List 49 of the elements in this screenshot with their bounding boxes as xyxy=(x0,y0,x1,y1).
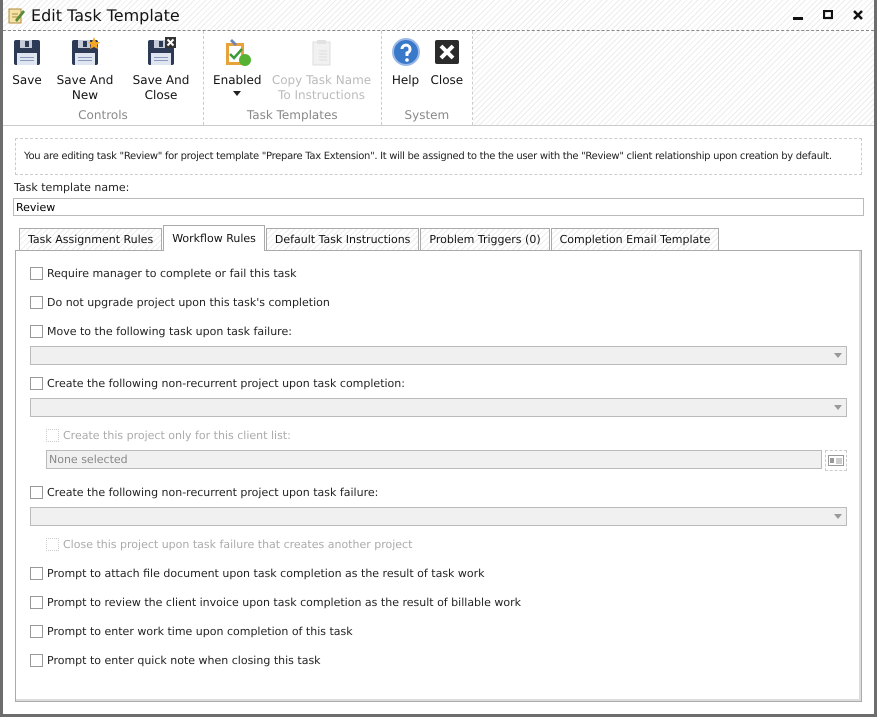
contact-card-button[interactable] xyxy=(825,450,847,471)
maximize-icon xyxy=(823,10,833,20)
help-icon xyxy=(390,37,420,67)
info-message: You are editing task "Review" for project template "Prepare Tax Extension". It will be assigned to the the user with the "Review" client relationship upon creation by default. xyxy=(15,138,862,175)
tab[interactable]: Problem Triggers (0) xyxy=(420,228,550,251)
ribbon-button[interactable]: Help xyxy=(386,31,426,108)
minimize-icon xyxy=(793,17,803,20)
floppy-disk-x-icon xyxy=(146,37,176,67)
caret-icon xyxy=(834,514,842,519)
ribbon-button[interactable]: Save xyxy=(7,31,47,108)
checkbox[interactable] xyxy=(30,596,43,608)
caret-icon xyxy=(834,353,842,358)
ribbon-button[interactable]: Enabled xyxy=(208,31,266,108)
checkbox[interactable] xyxy=(30,296,43,308)
checkbox[interactable] xyxy=(30,654,43,666)
ribbon-group-label: Task Templates xyxy=(246,108,339,124)
tab[interactable]: Completion Email Template xyxy=(550,228,720,251)
contact-card-icon xyxy=(828,455,844,466)
checkbox[interactable] xyxy=(30,266,43,280)
checkbox[interactable] xyxy=(30,324,43,338)
close-icon xyxy=(853,10,863,20)
ribbon-button[interactable]: Save And New xyxy=(47,31,123,108)
checkbox-label: Move to the following task upon task failure: xyxy=(47,324,292,338)
tab[interactable]: Task Assignment Rules xyxy=(19,228,162,251)
ribbon-group-label: System xyxy=(403,108,450,124)
checkbox-label: Prompt to enter work time upon completion of this task xyxy=(47,624,353,638)
checkbox-label: Do not upgrade project upon this task's completion xyxy=(47,296,330,308)
checkbox-label: Close this project upon task failure that creates another project xyxy=(63,538,412,550)
ribbon-group-label: Controls xyxy=(77,108,129,124)
checkbox-label: Create the following non-recurrent project upon task failure: xyxy=(47,486,378,498)
checkbox-label: Create the following non-recurrent project upon task completion: xyxy=(47,376,405,390)
checkbox[interactable] xyxy=(30,624,43,638)
window-title: Edit Task Template xyxy=(31,6,181,24)
ribbon-button[interactable]: Close xyxy=(426,31,468,108)
caret-icon xyxy=(834,405,842,410)
checkbox-label: Prompt to review the client invoice upon task completion as the result of billable work xyxy=(47,596,521,608)
checkbox[interactable] xyxy=(30,376,43,390)
tab[interactable]: Default Task Instructions xyxy=(266,228,420,251)
checkbox[interactable] xyxy=(30,486,43,498)
tab[interactable]: Workflow Rules xyxy=(163,225,265,251)
checkbox-label: Create this project only for this client list: xyxy=(63,428,291,442)
checkbox-label: Prompt to attach file document upon task completion as the result of task work xyxy=(47,566,485,580)
checkbox[interactable] xyxy=(30,566,43,580)
checkbox-label: Require manager to complete or fail this task xyxy=(47,266,297,280)
notepad-pencil-icon xyxy=(7,6,25,24)
input-field[interactable]: Review xyxy=(13,198,864,216)
checkbox-label: Prompt to enter quick note when closing this task xyxy=(47,654,321,666)
field-label: Task template name: xyxy=(14,181,130,194)
ribbon-button[interactable]: Save And Close xyxy=(123,31,199,108)
